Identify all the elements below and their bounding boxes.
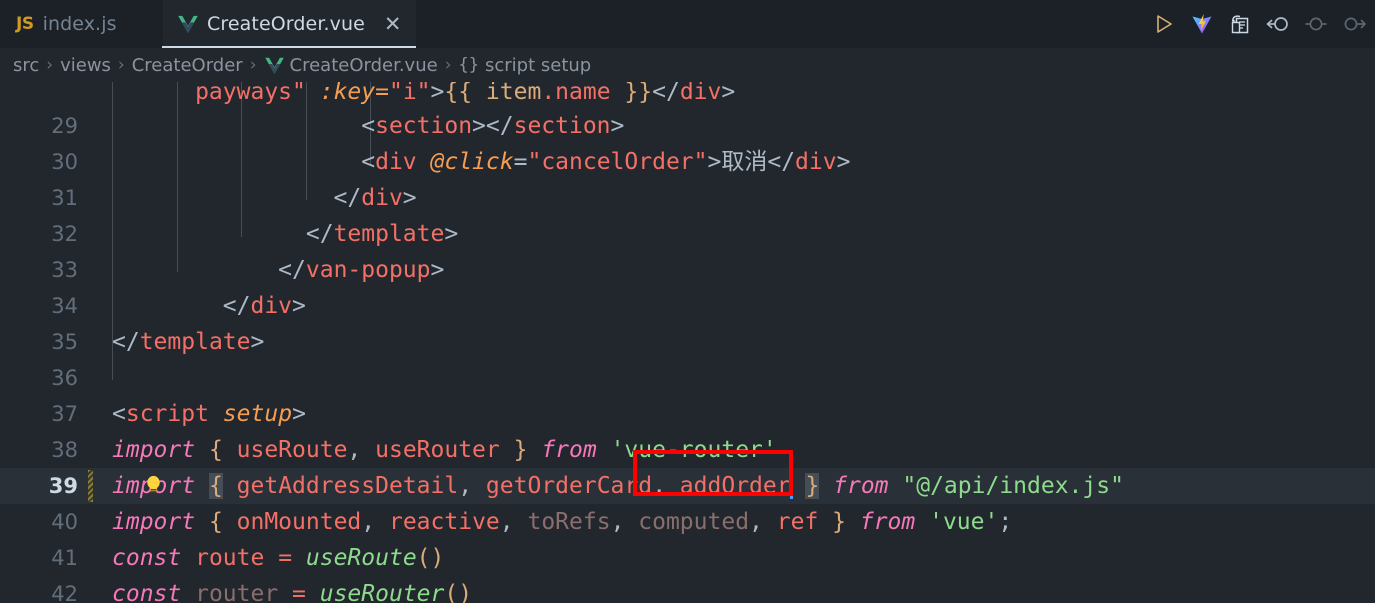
- vue-file-icon: [264, 57, 290, 74]
- breadcrumb-item-createorder-vue[interactable]: CreateOrder.vue: [290, 55, 438, 76]
- line-number: 30: [51, 150, 78, 174]
- line-number: 42: [51, 582, 78, 603]
- code-text: <script setup>: [112, 401, 306, 427]
- code-line[interactable]: payways" :key="i">{{ item.name }}</div>: [0, 82, 1375, 108]
- code-line[interactable]: 38 import { useRoute, useRouter } from '…: [0, 432, 1375, 493]
- breadcrumb-separator: ›: [249, 55, 257, 75]
- breadcrumb-separator: ›: [117, 55, 125, 75]
- code-text: <section></section>: [112, 113, 625, 139]
- run-button[interactable]: [1145, 5, 1183, 43]
- breadcrumb-item-createorder[interactable]: CreateOrder: [132, 55, 243, 76]
- breadcrumb: src › views › CreateOrder › CreateOrder.…: [0, 48, 1375, 82]
- vue-file-icon: [178, 15, 198, 33]
- tab-index-js[interactable]: JS index.js: [0, 0, 162, 48]
- code-text: </template>: [112, 329, 265, 355]
- line-number: 31: [51, 186, 78, 210]
- arrow-left-circle-icon: [1266, 17, 1288, 31]
- vscode-window: JS index.js CreateOrder.vue ✕ src › view…: [0, 0, 1375, 603]
- line-number: 29: [51, 114, 78, 138]
- tab-label: index.js: [42, 13, 117, 35]
- code-line-active[interactable]: 39 import { getAddressDetail, getOrderCa…: [0, 468, 1375, 504]
- code-line[interactable]: 32 </template>: [0, 216, 1375, 252]
- debug-step-over-button[interactable]: [1335, 5, 1373, 43]
- circle-dash-icon: [1305, 17, 1327, 31]
- code-text: </div>: [112, 293, 306, 319]
- line-number: 33: [51, 258, 78, 282]
- code-line[interactable]: 31 </div>: [0, 180, 1375, 216]
- breadcrumb-item-views[interactable]: views: [60, 55, 111, 76]
- split-editor-icon: [1231, 14, 1248, 33]
- tab-createorder-vue[interactable]: CreateOrder.vue ✕: [162, 0, 416, 48]
- tab-label: CreateOrder.vue: [207, 13, 365, 35]
- code-line[interactable]: 30 <div @click="cancelOrder">取消</div>: [0, 144, 1375, 180]
- code-line[interactable]: 36: [0, 360, 1375, 396]
- code-line[interactable]: 42 const router = useRouter(): [0, 576, 1375, 603]
- code-line[interactable]: 34 </div>: [0, 288, 1375, 324]
- play-triangle-icon: [1157, 15, 1172, 33]
- split-editor-button[interactable]: [1221, 5, 1259, 43]
- code-text: </div>: [112, 185, 417, 211]
- line-number: 34: [51, 294, 78, 318]
- code-text: <div @click="cancelOrder">取消</div>: [112, 149, 851, 175]
- line-number: 37: [51, 402, 78, 426]
- code-text: import { useRoute, useRouter } from 'vue…: [112, 437, 777, 463]
- code-text: import { onMounted, reactive, toRefs, co…: [112, 509, 1013, 535]
- breadcrumb-separator: ›: [444, 55, 452, 75]
- vite-lightning-icon: [1192, 14, 1212, 34]
- breadcrumb-item-script-setup[interactable]: script setup: [479, 55, 591, 76]
- code-line[interactable]: 29 <section></section>: [0, 108, 1375, 144]
- braces-icon: {}: [458, 55, 479, 75]
- line-number: 35: [51, 330, 78, 354]
- code-line[interactable]: 40 import { onMounted, reactive, toRefs,…: [0, 504, 1375, 540]
- code-lines: payways" :key="i">{{ item.name }}</div> …: [0, 82, 1375, 603]
- code-line[interactable]: 37 <script setup>: [0, 396, 1375, 432]
- js-file-icon: JS: [16, 14, 34, 34]
- vite-button[interactable]: [1183, 5, 1221, 43]
- go-back-button[interactable]: [1259, 5, 1297, 43]
- code-text: </van-popup>: [112, 257, 445, 283]
- debug-step-button[interactable]: [1297, 5, 1335, 43]
- circle-arrow-right-icon: [1344, 17, 1366, 31]
- editor-tab-bar: JS index.js CreateOrder.vue ✕: [0, 0, 1375, 48]
- code-line[interactable]: 41 const route = useRoute(): [0, 540, 1375, 576]
- line-number: 32: [51, 222, 78, 246]
- code-text: import { getAddressDetail, getOrderCard,…: [112, 471, 1124, 499]
- code-text: </template>: [112, 221, 459, 247]
- code-line[interactable]: 33 </van-popup>: [0, 252, 1375, 288]
- code-text: const route = useRoute(): [112, 545, 445, 571]
- line-number: 41: [51, 546, 78, 570]
- code-text: const router = useRouter(): [112, 581, 473, 603]
- line-number: 36: [51, 366, 78, 390]
- quick-fix-lightbulb-icon[interactable]: [6, 435, 161, 493]
- code-text: payways" :key="i">{{ item.name }}</div>: [112, 82, 736, 105]
- editor-actions-toolbar: [1145, 0, 1375, 48]
- code-line[interactable]: 35 </template>: [0, 324, 1375, 360]
- close-icon[interactable]: ✕: [384, 13, 402, 35]
- code-editor[interactable]: payways" :key="i">{{ item.name }}</div> …: [0, 82, 1375, 603]
- breadcrumb-item-src[interactable]: src: [13, 55, 39, 76]
- breadcrumb-separator: ›: [46, 55, 54, 75]
